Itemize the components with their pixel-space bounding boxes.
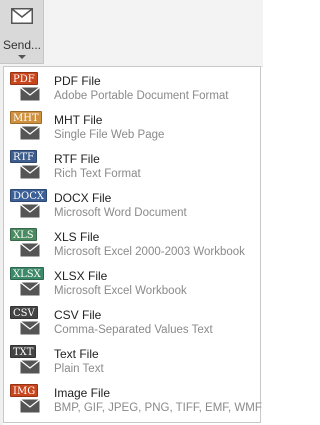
menu-item-mht[interactable]: MHT MHT File Single File Web Page: [4, 108, 260, 147]
menu-item-pdf[interactable]: PDF PDF File Adobe Portable Document For…: [4, 69, 260, 108]
envelope-icon: [20, 204, 40, 218]
xlsx-file-icon: XLSX: [10, 267, 44, 299]
file-type-tag: XLSX: [10, 267, 44, 280]
menu-item-description: Microsoft Excel Workbook: [54, 285, 187, 297]
mht-file-icon: MHT: [10, 111, 42, 143]
menu-item-txt[interactable]: TXT Text File Plain Text: [4, 342, 260, 381]
send-button[interactable]: Send...: [0, 0, 44, 64]
envelope-icon: [20, 282, 40, 296]
send-menu: PDF PDF File Adobe Portable Document For…: [3, 66, 262, 423]
envelope-icon: [20, 126, 40, 140]
menu-item-description: Plain Text: [54, 363, 104, 375]
csv-file-icon: CSV: [10, 306, 40, 338]
menu-item-xls[interactable]: XLS XLS File Microsoft Excel 2000-2003 W…: [4, 225, 260, 264]
file-type-tag: IMG: [10, 384, 39, 397]
image-file-icon: IMG: [10, 384, 40, 416]
menu-item-title: XLSX File: [54, 269, 108, 283]
menu-item-description: Microsoft Excel 2000-2003 Workbook: [54, 246, 245, 258]
send-button-label: Send...: [2, 38, 42, 52]
menu-item-xlsx[interactable]: XLSX XLSX File Microsoft Excel Workbook: [4, 264, 260, 303]
menu-item-description: Adobe Portable Document Format: [54, 90, 229, 102]
menu-item-docx[interactable]: DOCX DOCX File Microsoft Word Document: [4, 186, 260, 225]
menu-item-title: PDF File: [54, 74, 101, 88]
file-type-tag: TXT: [10, 345, 37, 358]
menu-item-title: XLS File: [54, 230, 100, 244]
menu-item-title: Image File: [54, 386, 111, 400]
file-type-tag: DOCX: [10, 189, 47, 202]
menu-item-description: Microsoft Word Document: [54, 207, 187, 219]
xls-file-icon: XLS: [10, 228, 40, 260]
envelope-icon: [11, 8, 33, 24]
menu-item-rtf[interactable]: RTF RTF File Rich Text Format: [4, 147, 260, 186]
file-type-tag: RTF: [10, 150, 37, 163]
envelope-icon: [20, 360, 40, 374]
menu-item-title: DOCX File: [54, 191, 112, 205]
menu-item-description: BMP, GIF, JPEG, PNG, TIFF, EMF, WMF: [54, 402, 262, 414]
menu-item-title: MHT File: [54, 113, 103, 127]
docx-file-icon: DOCX: [10, 189, 47, 221]
menu-item-title: CSV File: [54, 308, 102, 322]
file-type-tag: PDF: [10, 72, 38, 85]
chevron-down-icon: [18, 55, 26, 59]
envelope-icon: [20, 321, 40, 335]
rtf-file-icon: RTF: [10, 150, 40, 182]
menu-item-description: Rich Text Format: [54, 168, 141, 180]
menu-item-csv[interactable]: CSV CSV File Comma-Separated Values Text: [4, 303, 260, 342]
menu-item-image[interactable]: IMG Image File BMP, GIF, JPEG, PNG, TIFF…: [4, 381, 262, 420]
menu-item-description: Comma-Separated Values Text: [54, 324, 213, 336]
file-type-tag: XLS: [10, 228, 37, 241]
envelope-icon: [20, 165, 40, 179]
envelope-icon: [20, 87, 40, 101]
txt-file-icon: TXT: [10, 345, 40, 377]
envelope-icon: [20, 399, 40, 413]
envelope-icon: [20, 243, 40, 257]
pdf-file-icon: PDF: [10, 72, 40, 104]
menu-item-description: Single File Web Page: [54, 129, 165, 141]
file-type-tag: MHT: [10, 111, 42, 124]
file-type-tag: CSV: [10, 306, 38, 319]
menu-item-title: Text File: [54, 347, 99, 361]
menu-item-title: RTF File: [54, 152, 100, 166]
